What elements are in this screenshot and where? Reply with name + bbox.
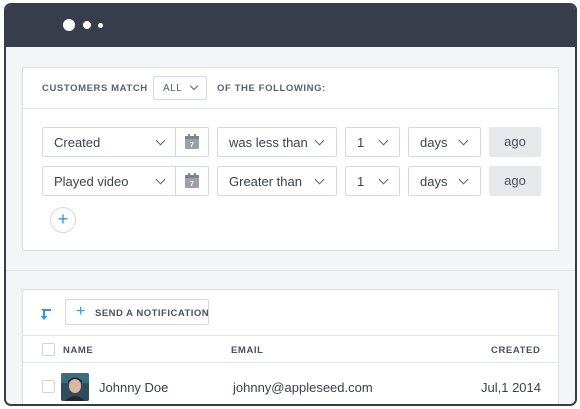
field-select-value: Created [54,135,101,150]
send-notification-label: SEND A NOTIFICATION [95,308,210,319]
unit-select-value: days [420,174,448,189]
amount-select[interactable]: 1 [345,166,400,196]
chevron-down-icon [314,174,325,185]
amount-select-value: 1 [357,135,365,150]
customer-list-section: + SEND A NOTIFICATION NAME EMAIL CREATED [6,271,575,404]
operator-select-value: Greater than [229,174,302,189]
chevron-down-icon [155,174,166,185]
select-all-checkbox[interactable] [42,343,55,356]
field-select[interactable]: Created 7 [42,127,209,157]
unit-select-value: days [420,135,448,150]
window-control-medium[interactable] [83,21,91,29]
amount-select-value: 1 [357,174,365,189]
unit-select[interactable]: days [408,127,481,157]
window-control-small[interactable] [98,23,103,28]
plus-icon: + [76,303,86,320]
customer-created: Jul,1 2014 [481,380,541,395]
field-select-value: Played video [54,174,129,189]
title-bar [6,5,575,47]
window-control-large[interactable] [63,19,75,31]
operator-select-value: was less than [229,135,308,150]
table-row[interactable]: Johnny Doe johnny@appleseed.com Jul,1 20… [23,363,558,404]
calendar-button[interactable]: 7 [175,167,208,195]
customer-name[interactable]: Johnny Doe [99,380,168,395]
column-header-created[interactable]: CREATED [491,345,540,356]
ago-label: ago [489,166,541,196]
chevron-down-icon [189,81,199,91]
unit-select[interactable]: days [408,166,481,196]
calendar-icon: 7 [185,173,199,188]
chevron-down-icon [458,174,469,185]
svg-text:7: 7 [190,142,194,149]
svg-text:7: 7 [190,181,194,188]
calendar-icon: 7 [185,134,199,149]
filter-header: CUSTOMERS MATCH ALL OF THE FOLLOWING: [23,68,558,109]
ago-label: ago [489,127,541,157]
send-notification-button[interactable]: + SEND A NOTIFICATION [65,299,209,325]
operator-select[interactable]: was less than [217,127,337,157]
chevron-down-icon [378,174,389,185]
column-header-email[interactable]: EMAIL [231,345,264,356]
avatar [61,373,89,401]
calendar-button[interactable]: 7 [175,128,208,156]
field-select[interactable]: Played video 7 [42,166,209,196]
customers-match-label: CUSTOMERS MATCH [42,83,148,94]
chevron-down-icon [458,135,469,146]
add-condition-button[interactable]: + [50,207,76,233]
customer-email: johnny@appleseed.com [233,380,373,395]
operator-select[interactable]: Greater than [217,166,337,196]
of-following-label: OF THE FOLLOWING: [217,83,326,94]
filter-section: CUSTOMERS MATCH ALL OF THE FOLLOWING: Cr… [6,47,575,271]
column-header-name[interactable]: NAME [63,345,93,356]
filter-card: CUSTOMERS MATCH ALL OF THE FOLLOWING: Cr… [22,67,559,251]
amount-select[interactable]: 1 [345,127,400,157]
chevron-down-icon [378,135,389,146]
app-window: CUSTOMERS MATCH ALL OF THE FOLLOWING: Cr… [4,3,577,406]
customer-list-card: + SEND A NOTIFICATION NAME EMAIL CREATED [22,289,559,404]
table-header: NAME EMAIL CREATED [23,335,558,363]
chevron-down-icon [314,135,325,146]
row-checkbox[interactable] [42,380,55,393]
match-select-value: ALL [163,83,183,94]
match-select[interactable]: ALL [153,76,207,100]
chevron-down-icon [155,135,166,146]
sort-arrow-icon[interactable] [40,307,54,321]
